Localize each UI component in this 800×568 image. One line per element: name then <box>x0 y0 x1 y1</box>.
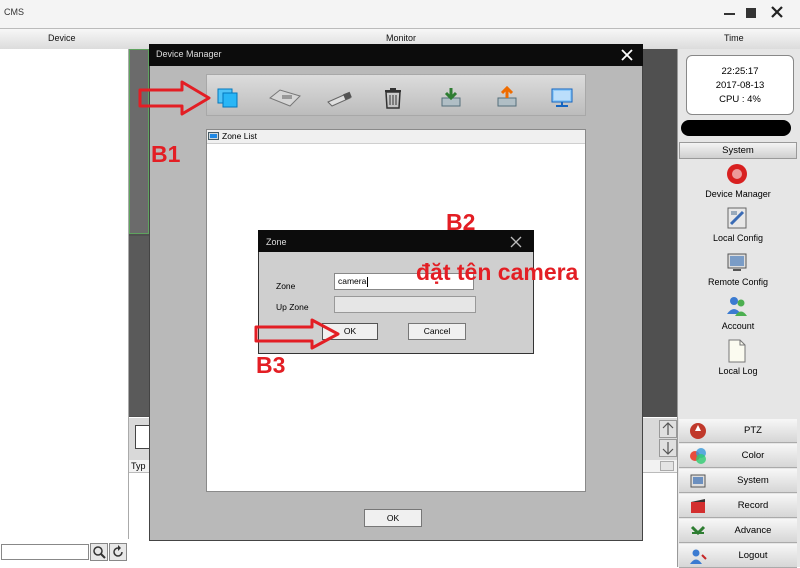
maximize-icon[interactable] <box>746 8 756 18</box>
local-log-icon <box>725 339 749 363</box>
logout-icon <box>689 547 707 565</box>
local-config-icon <box>725 206 749 230</box>
zone-dialog-close-button[interactable] <box>510 236 522 248</box>
close-icon <box>621 49 633 61</box>
close-icon[interactable] <box>769 4 785 20</box>
clock-box: 22:25:17 2017-08-13 CPU : 4% <box>686 55 794 115</box>
search-input[interactable] <box>1 544 89 560</box>
arrow-up-icon <box>662 422 674 435</box>
zone-list-icon <box>208 132 219 141</box>
remote-config-icon <box>725 250 749 274</box>
record-icon <box>689 497 707 515</box>
sidebar-item-label: Remote Config <box>707 277 769 287</box>
zone-dialog-title: Zone <box>266 237 287 247</box>
sidebar-bottom-record[interactable]: Record <box>679 494 797 518</box>
zone-list-header <box>207 130 585 144</box>
grid-type-column: Typ <box>131 461 146 471</box>
upzone-input[interactable] <box>334 296 476 313</box>
import-button[interactable] <box>440 86 464 110</box>
add-device-icon <box>269 89 301 107</box>
zone-cancel-button[interactable]: Cancel <box>408 323 466 340</box>
sidebar-item-label: Local Config <box>712 233 764 243</box>
sidebar-bottom-label: Advance <box>734 525 772 536</box>
add-zone-button[interactable] <box>216 86 240 110</box>
network-search-button[interactable] <box>550 86 574 110</box>
color-icon <box>689 447 707 465</box>
sidebar-bottom-label: Record <box>737 500 769 511</box>
add-device-button[interactable] <box>268 86 301 110</box>
app-title: CMS <box>4 7 24 17</box>
sidebar-bottom-system[interactable]: System <box>679 469 797 493</box>
header-device: Device <box>48 33 76 43</box>
video-cell-1[interactable] <box>129 49 149 234</box>
arrow-down-icon <box>662 442 674 455</box>
status-bar <box>681 120 791 136</box>
sidebar-bottom-label: Color <box>741 450 765 461</box>
search-icon <box>93 546 106 559</box>
system-icon <box>689 472 707 490</box>
account-icon <box>725 294 749 318</box>
annotation-b2: B2 <box>446 209 476 235</box>
grid-scrollbar[interactable] <box>660 461 674 471</box>
sidebar-bottom-logout[interactable]: Logout <box>679 544 797 568</box>
video-cell-2[interactable] <box>129 236 149 416</box>
close-icon <box>510 236 522 248</box>
annotation-b1: B1 <box>151 141 181 167</box>
sidebar-bottom-color[interactable]: Color <box>679 444 797 468</box>
arrow-annotation-b1 <box>138 80 212 116</box>
device-manager-close-button[interactable] <box>620 48 634 62</box>
sidebar-bottom-ptz[interactable]: PTZ <box>679 419 797 443</box>
export-button[interactable] <box>496 86 520 110</box>
sidebar-item-local-config[interactable]: Local Config <box>679 206 797 250</box>
sidebar-item-device-manager[interactable]: Device Manager <box>679 162 797 206</box>
sidebar-item-remote-config[interactable]: Remote Config <box>679 250 797 294</box>
sidebar-item-account[interactable]: Account <box>679 294 797 338</box>
network-search-icon <box>551 88 573 107</box>
minimize-icon[interactable] <box>724 13 735 15</box>
header-time: Time <box>724 33 744 43</box>
annotation-b2-note: đặt tên camera <box>416 259 579 285</box>
zone-dialog-titlebar[interactable] <box>258 230 534 252</box>
sidebar-bottom-label: PTZ <box>744 425 762 436</box>
device-tree-panel[interactable] <box>0 49 129 539</box>
sidebar-bottom-advance[interactable]: Advance <box>679 519 797 543</box>
text-cursor <box>367 276 369 287</box>
system-section-header[interactable]: System <box>679 142 797 159</box>
import-icon <box>441 88 461 107</box>
sidebar-bottom-label: System <box>737 475 769 486</box>
scroll-up-button[interactable] <box>659 420 677 438</box>
delete-button[interactable] <box>382 86 406 110</box>
delete-icon <box>385 88 401 109</box>
clock-time: 22:25:17 <box>721 66 759 77</box>
sidebar-item-label: Local Log <box>718 366 758 376</box>
zone-list-label: Zone List <box>222 131 257 141</box>
sidebar-item-label: Device Manager <box>705 189 771 199</box>
device-manager-icon <box>725 162 749 186</box>
scroll-down-button[interactable] <box>659 439 677 457</box>
export-icon <box>497 86 517 107</box>
header-monitor: Monitor <box>386 33 417 43</box>
ptz-icon <box>689 422 707 440</box>
zone-label: Zone <box>276 281 296 291</box>
annotation-b3: B3 <box>256 352 286 378</box>
advance-icon <box>689 522 707 540</box>
device-manager-title: Device Manager <box>156 49 222 59</box>
app-titlebar <box>0 0 800 28</box>
edit-icon <box>327 91 352 107</box>
zone-name-value: camera <box>338 276 367 286</box>
cpu-usage: CPU : 4% <box>719 94 761 105</box>
edit-device-button[interactable] <box>326 86 352 110</box>
sidebar-item-label: Account <box>721 321 755 331</box>
refresh-button[interactable] <box>109 543 127 561</box>
arrow-annotation-b3 <box>254 318 340 350</box>
device-manager-titlebar[interactable] <box>149 44 643 66</box>
sidebar-bottom-label: Logout <box>738 550 768 561</box>
refresh-icon <box>113 545 123 557</box>
device-manager-ok-button[interactable]: OK <box>364 509 422 527</box>
search-button[interactable] <box>90 543 108 561</box>
add-zone-icon <box>217 88 238 108</box>
clock-date: 2017-08-13 <box>715 80 765 91</box>
sidebar-item-local-log[interactable]: Local Log <box>679 339 797 383</box>
upzone-label: Up Zone <box>276 302 309 312</box>
